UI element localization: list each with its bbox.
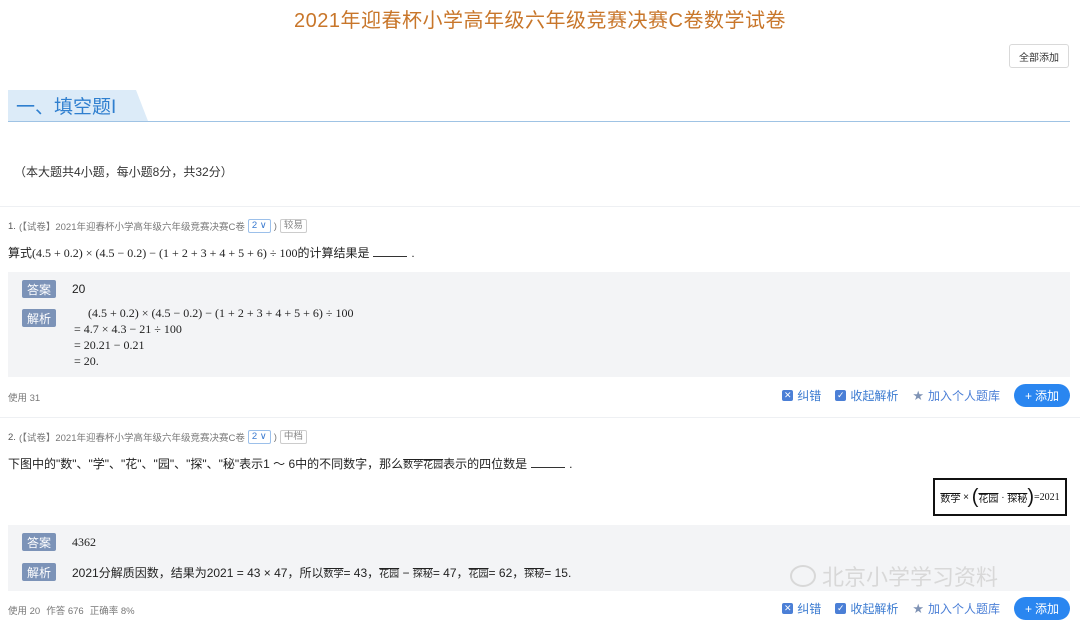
version-select[interactable]: 2 ∨: [247, 430, 271, 444]
analysis-step: = 20.21 − 0.21: [74, 338, 145, 352]
source-close: ): [273, 220, 277, 232]
analysis-part: = 43，: [343, 566, 380, 580]
section-title: 一、填空题I: [16, 97, 117, 118]
figure-operator: ·: [1001, 491, 1005, 503]
star-icon: ★: [912, 387, 924, 403]
analysis-step: = 20.: [74, 354, 99, 368]
add-bank-label: 加入个人题库: [927, 389, 1000, 403]
star-icon: ★: [912, 600, 924, 616]
overline-word: 数学: [403, 460, 424, 471]
correct-label: 纠错: [797, 389, 822, 403]
question-1-answer-box: 答案 20 解析 (4.5 + 0.2) × (4.5 − 0.2) − (1 …: [8, 272, 1070, 377]
correct-label: 纠错: [797, 602, 822, 616]
collapse-label: 收起解析: [850, 389, 899, 403]
collapse-label: 收起解析: [850, 602, 899, 616]
analysis-text: 2021分解质因数，结果为2021 = 43 × 47，所以数学= 43，花园 …: [72, 564, 571, 581]
source-close: ): [273, 431, 277, 443]
analysis-tag: 解析: [22, 563, 56, 581]
section-header: 一、填空题I: [8, 90, 1070, 122]
analysis-step: (4.5 + 0.2) × (4.5 − 0.2) − (1 + 2 + 3 +…: [88, 306, 354, 320]
difficulty-badge: 较易: [279, 219, 307, 233]
error-icon: ✕: [782, 603, 794, 614]
stem-text: 算式(4.5 + 0.2) × (4.5 − 0.2) − (1 + 2 + 3…: [8, 246, 370, 260]
analysis-part: = 62，: [488, 566, 525, 580]
overline-word: 花园: [468, 569, 489, 580]
question-number: 2.: [8, 431, 16, 443]
stem-end: .: [569, 457, 573, 471]
question-source: (【试卷】2021年迎春杯小学高年级六年级竞赛决赛C卷: [18, 222, 245, 233]
question-source: (【试卷】2021年迎春杯小学高年级六年级竞赛决赛C卷: [18, 433, 245, 444]
overline-word: 探秘: [412, 569, 433, 580]
figure-term: 花园: [978, 493, 999, 505]
add-button[interactable]: + 添加: [1014, 597, 1070, 620]
error-icon: ✕: [782, 390, 794, 401]
analysis-part: = 15.: [544, 566, 572, 580]
attempt-count: 作答 676: [46, 606, 84, 617]
overline-word: 数学: [323, 569, 344, 580]
answer-blank: [531, 458, 566, 468]
answer-blank: [373, 247, 408, 257]
add-label: 添加: [1035, 602, 1060, 616]
answer-tag: 答案: [22, 280, 56, 298]
plus-icon: +: [1024, 388, 1032, 403]
stem-text: 下图中的"数"、"学"、"花"、"园"、"探"、"秘"表示1 ～ 6中的不同数字…: [8, 457, 404, 471]
overline-word: 花园: [423, 460, 444, 471]
usage-count: 使用 20: [8, 606, 41, 617]
watermark-text: 北京小学学习资料: [822, 565, 999, 590]
question-2-meta: 2. (【试卷】2021年迎春杯小学高年级六年级竞赛决赛C卷 2 ∨ ) 中档: [8, 430, 307, 444]
stem-text: 表示的四位数是: [443, 457, 528, 471]
question-2-usage: 使用 20 作答 676 正确率 8%: [8, 603, 141, 617]
overline-word: 探秘: [524, 569, 545, 580]
question-1-actions: ✕ 纠错 ✓ 收起解析 ★ 加入个人题库 + 添加: [782, 384, 1070, 407]
add-label: 添加: [1035, 389, 1060, 403]
add-bank-label: 加入个人题库: [927, 602, 1000, 616]
stem-end: .: [411, 246, 415, 260]
add-to-bank-button[interactable]: ★ 加入个人题库: [912, 387, 1000, 404]
analysis-part: = 47，: [432, 566, 469, 580]
question-1-stem: 算式(4.5 + 0.2) × (4.5 − 0.2) − (1 + 2 + 3…: [8, 244, 414, 261]
divider: [0, 206, 1080, 207]
question-1-usage: 使用 31: [8, 390, 46, 404]
paren-right: ): [1027, 486, 1034, 508]
correct-button[interactable]: ✕ 纠错: [782, 600, 821, 617]
accuracy-rate: 正确率 8%: [89, 606, 135, 617]
divider: [0, 417, 1080, 418]
answer-value: 4362: [72, 535, 96, 549]
question-1-meta: 1. (【试卷】2021年迎春杯小学高年级六年级竞赛决赛C卷 2 ∨ ) 较易: [8, 219, 307, 233]
paren-left: (: [971, 486, 979, 508]
question-2-stem: 下图中的"数"、"学"、"花"、"园"、"探"、"秘"表示1 ～ 6中的不同数字…: [8, 455, 573, 472]
question-2-actions: ✕ 纠错 ✓ 收起解析 ★ 加入个人题库 + 添加: [782, 597, 1070, 620]
figure-operator: ×: [963, 491, 969, 503]
watermark: 北京小学学习资料: [790, 560, 998, 592]
question-2-figure: 数学 × (花园 · 探秘) =2021: [933, 478, 1067, 516]
page-title: 2021年迎春杯小学高年级六年级竞赛决赛C卷数学试卷: [294, 10, 786, 32]
overline-word: 花园: [379, 569, 400, 580]
section-description: （本大题共4小题，每小题8分，共32分）: [14, 165, 233, 179]
figure-term: 探秘: [1007, 493, 1028, 505]
analysis-part: 2021分解质因数，结果为2021 = 43 × 47，所以: [72, 566, 324, 580]
difficulty-badge: 中档: [279, 430, 307, 444]
version-select[interactable]: 2 ∨: [247, 219, 271, 233]
add-to-bank-button[interactable]: ★ 加入个人题库: [912, 600, 1000, 617]
check-icon: ✓: [835, 603, 847, 614]
plus-icon: +: [1024, 601, 1032, 616]
check-icon: ✓: [835, 390, 847, 401]
correct-button[interactable]: ✕ 纠错: [782, 387, 821, 404]
analysis-tag: 解析: [22, 309, 56, 327]
figure-result: =2021: [1034, 491, 1060, 503]
analysis-step: = 4.7 × 4.3 − 21 ÷ 100: [74, 322, 182, 336]
answer-value: 20: [72, 282, 86, 296]
add-button[interactable]: + 添加: [1014, 384, 1070, 407]
wechat-icon: [790, 565, 816, 587]
analysis-part: −: [399, 566, 413, 580]
figure-term: 数学: [940, 493, 961, 505]
collapse-analysis-button[interactable]: ✓ 收起解析: [835, 600, 898, 617]
usage-count: 使用 31: [8, 393, 41, 404]
answer-tag: 答案: [22, 533, 56, 551]
question-number: 1.: [8, 220, 16, 232]
add-all-button[interactable]: 全部添加: [1009, 44, 1069, 68]
collapse-analysis-button[interactable]: ✓ 收起解析: [835, 387, 898, 404]
